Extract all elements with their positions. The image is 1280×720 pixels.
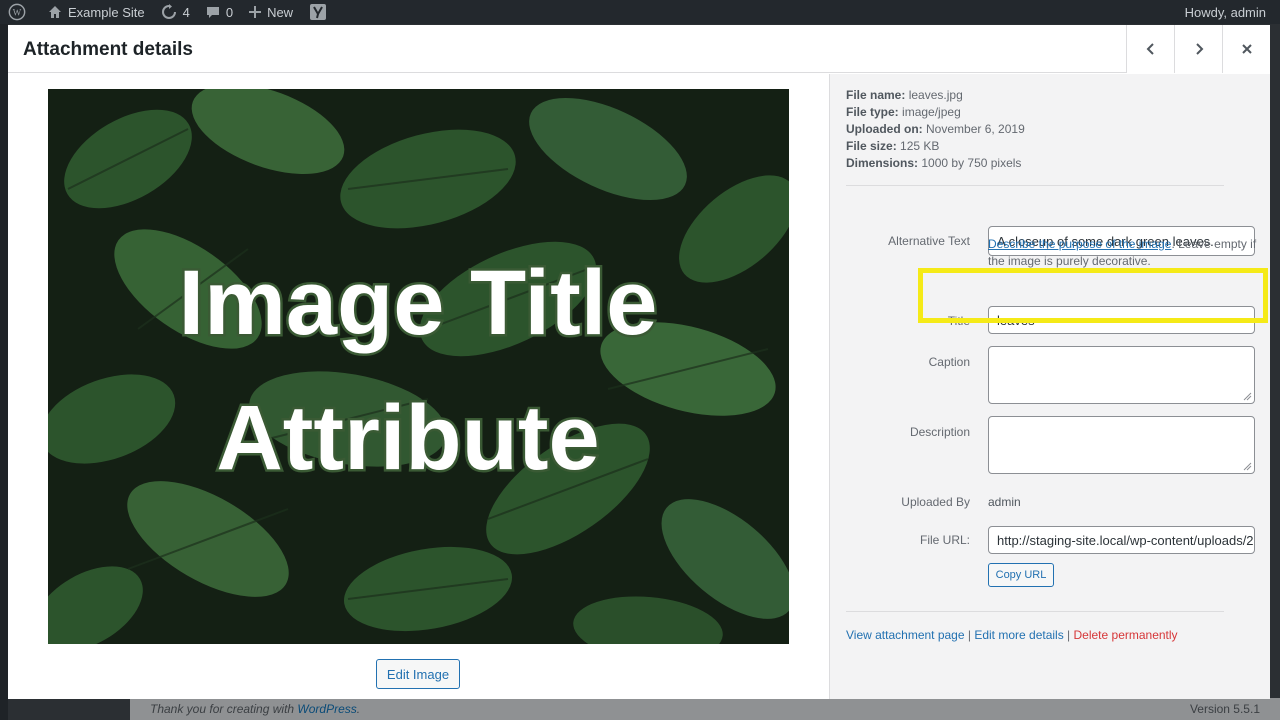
updates-count: 4 (182, 4, 190, 20)
uploaded-on-label: Uploaded on: (846, 122, 923, 136)
wordpress-link[interactable]: WordPress (297, 702, 356, 716)
edit-image-button[interactable]: Edit Image (376, 659, 460, 689)
uploaded-on-value: November 6, 2019 (926, 122, 1025, 136)
refresh-icon (161, 4, 176, 19)
updates-link[interactable]: 4 (153, 0, 198, 24)
details-divider (846, 185, 1224, 186)
comments-link[interactable]: 0 (198, 0, 241, 24)
copy-url-button[interactable]: Copy URL (988, 563, 1054, 587)
plus-icon (249, 6, 262, 18)
file-size-value: 125 KB (900, 139, 940, 153)
delete-permanently-link[interactable]: Delete permanently (1074, 628, 1178, 642)
caption-label: Caption (928, 355, 970, 369)
file-url-label: File URL: (919, 533, 970, 547)
describe-purpose-link[interactable]: Describe the purpose of the image (988, 237, 1171, 251)
close-modal-button[interactable] (1222, 25, 1270, 73)
file-type-value: image/jpeg (902, 105, 961, 119)
description-label: Description (909, 425, 970, 439)
next-attachment-button[interactable] (1174, 25, 1222, 73)
admin-bar: W Example Site 4 0 New Howdy, admin (0, 0, 1280, 24)
attachment-image: Image Title Attribute (48, 89, 789, 644)
attachment-details-modal: Attachment details Image Title Attribute… (8, 25, 1270, 699)
file-details: File name: leaves.jpg File type: image/j… (846, 87, 1025, 172)
file-url-input[interactable]: http://staging-site.local/wp-content/upl… (988, 526, 1255, 554)
attachment-info-sidebar: File name: leaves.jpg File type: image/j… (829, 74, 1270, 699)
dimensions-value: 1000 by 750 pixels (921, 156, 1022, 170)
footer-thanks-suffix: . (356, 702, 361, 716)
action-separator: | (1063, 628, 1074, 642)
title-field-highlight (918, 268, 1268, 323)
uploaded-by-label: Uploaded By (901, 495, 970, 509)
resize-grip-icon[interactable] (1243, 462, 1252, 471)
new-content-link[interactable]: New (241, 0, 301, 24)
account-greeting[interactable]: Howdy, admin (1177, 0, 1280, 24)
alt-text-help: Describe the purpose of the image. Leave… (988, 236, 1268, 270)
dimensions-row: Dimensions: 1000 by 750 pixels (846, 155, 1025, 172)
uploaded-by-value: admin (988, 495, 1021, 509)
resize-grip-icon[interactable] (1243, 392, 1252, 401)
alt-text-label: Alternative Text (888, 234, 970, 248)
home-icon (49, 6, 61, 18)
leaves-image: Image Title Attribute (48, 89, 789, 644)
action-separator: | (964, 628, 975, 642)
wordpress-logo-icon[interactable]: W (0, 0, 40, 24)
file-size-label: File size: (846, 139, 897, 153)
comments-count: 0 (225, 4, 234, 20)
attachment-actions: View attachment page | Edit more details… (846, 628, 1178, 642)
description-textarea[interactable] (988, 416, 1255, 474)
site-name: Example Site (68, 4, 145, 20)
yoast-icon (310, 4, 327, 20)
file-name-label: File name: (846, 88, 906, 102)
chevron-right-icon (1195, 43, 1203, 55)
view-attachment-page-link[interactable]: View attachment page (846, 628, 965, 642)
chevron-left-icon (1146, 43, 1154, 55)
close-icon (1241, 44, 1252, 54)
edit-more-details-link[interactable]: Edit more details (974, 628, 1063, 642)
file-name-row: File name: leaves.jpg (846, 87, 1025, 104)
modal-header: Attachment details (8, 25, 1270, 73)
caption-textarea[interactable] (988, 346, 1255, 404)
site-name-link[interactable]: Example Site (40, 0, 153, 24)
file-size-row: File size: 125 KB (846, 138, 1025, 155)
yoast-seo-link[interactable] (301, 0, 341, 24)
file-type-row: File type: image/jpeg (846, 104, 1025, 121)
media-preview-pane: Image Title Attribute Edit Image (8, 74, 828, 699)
comment-icon (206, 7, 219, 18)
file-type-label: File type: (846, 105, 899, 119)
file-name-value: leaves.jpg (908, 88, 963, 102)
svg-text:W: W (13, 8, 22, 18)
admin-menu-strip (0, 24, 8, 720)
uploaded-on-row: Uploaded on: November 6, 2019 (846, 121, 1025, 138)
image-overlay-title-line2: Attribute (216, 387, 599, 489)
actions-divider (846, 611, 1224, 612)
modal-title: Attachment details (23, 39, 193, 60)
footer-thanks-prefix: Thank you for creating with (150, 702, 295, 716)
image-overlay-title-line1: Image Title (179, 252, 658, 354)
admin-footer: Thank you for creating with WordPress. V… (130, 698, 1280, 720)
new-label: New (267, 4, 294, 20)
previous-attachment-button[interactable] (1126, 25, 1174, 73)
footer-version: Version 5.5.1 (1189, 702, 1260, 716)
dimensions-label: Dimensions: (846, 156, 919, 170)
